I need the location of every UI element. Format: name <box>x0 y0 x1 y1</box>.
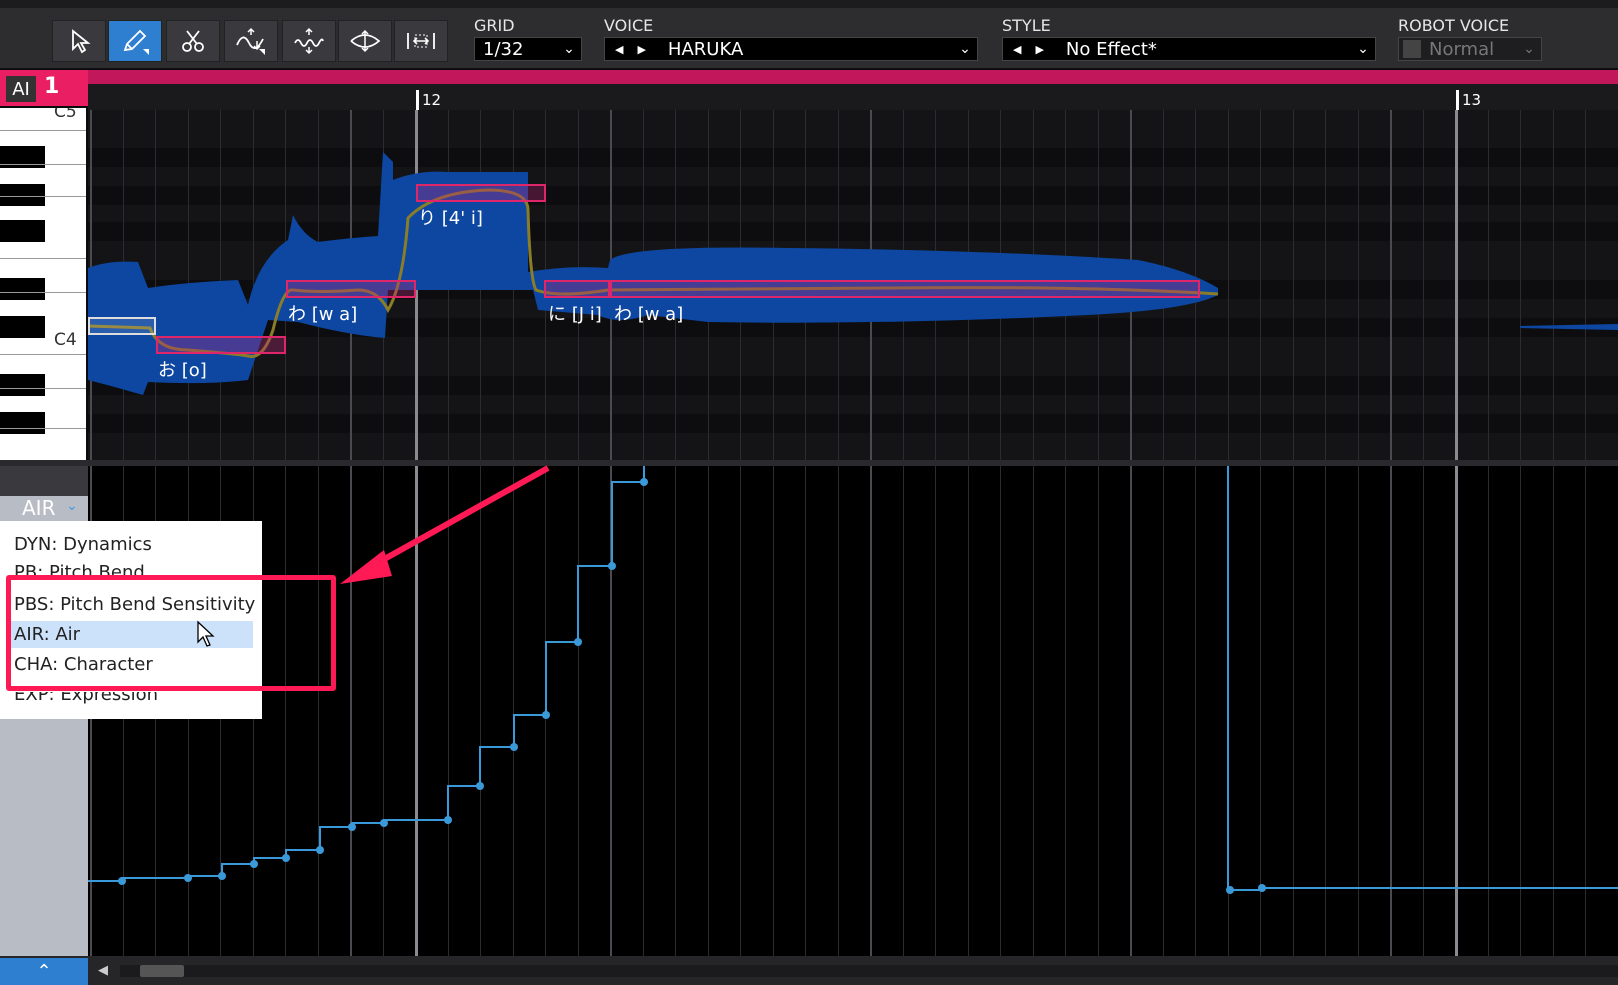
annotation-arrow <box>340 465 550 584</box>
expand-up-button[interactable]: ⌃ <box>0 958 88 985</box>
highlight-box <box>6 575 336 691</box>
chevron-up-icon: ⌃ <box>36 961 52 982</box>
menu-item-expression[interactable]: EXP: Expression <box>14 692 158 704</box>
horizontal-scrollbar[interactable] <box>120 965 1618 977</box>
menu-item-dynamics[interactable]: DYN: Dynamics <box>14 534 152 555</box>
menu-item-expression-label: EXP: Expression <box>14 692 159 704</box>
scroll-left-icon[interactable]: ◀ <box>98 963 108 978</box>
menu-item-pitch-bend[interactable]: PB: Pitch Bend <box>14 562 145 576</box>
scrollbar-thumb[interactable] <box>140 965 184 977</box>
